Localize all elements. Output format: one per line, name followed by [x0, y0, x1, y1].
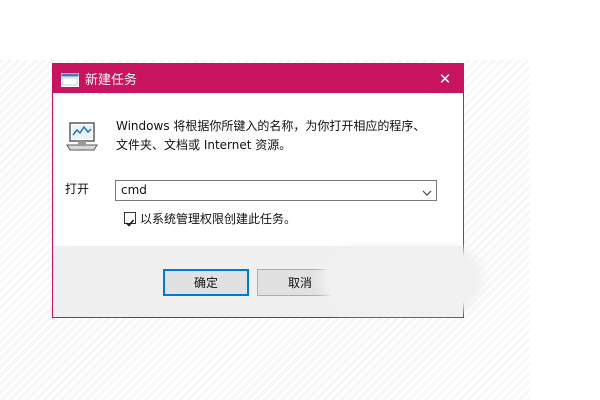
checkmark-icon [125, 219, 135, 227]
blurred-region [326, 252, 478, 306]
title-bar[interactable]: 新建任务 ✕ [53, 64, 463, 93]
dialog-body: Windows 将根据你所键入的名称，为你打开相应的程序、 文件夹、文档或 In… [53, 93, 463, 246]
close-icon: ✕ [438, 69, 452, 88]
admin-checkbox-label[interactable]: 以系统管理权限创建此任务。 [140, 210, 296, 227]
prompt-line-1: Windows 将根据你所键入的名称，为你打开相应的程序、 [116, 119, 426, 133]
monitor-icon [65, 121, 99, 153]
admin-checkbox[interactable] [124, 212, 136, 227]
close-button[interactable]: ✕ [427, 64, 463, 93]
open-label: 打开 [65, 182, 90, 196]
dialog-title: 新建任务 [85, 73, 138, 88]
open-input[interactable]: cmd [115, 180, 437, 201]
chevron-down-icon[interactable] [421, 184, 433, 196]
open-input-value: cmd [121, 183, 147, 197]
run-dialog-icon [61, 72, 79, 87]
prompt-line-2: 文件夹、文档或 Internet 资源。 [116, 138, 292, 152]
background-right [530, 0, 600, 400]
ok-button[interactable]: 确定 [163, 269, 249, 296]
prompt-text: Windows 将根据你所键入的名称，为你打开相应的程序、 文件夹、文档或 In… [116, 117, 425, 155]
